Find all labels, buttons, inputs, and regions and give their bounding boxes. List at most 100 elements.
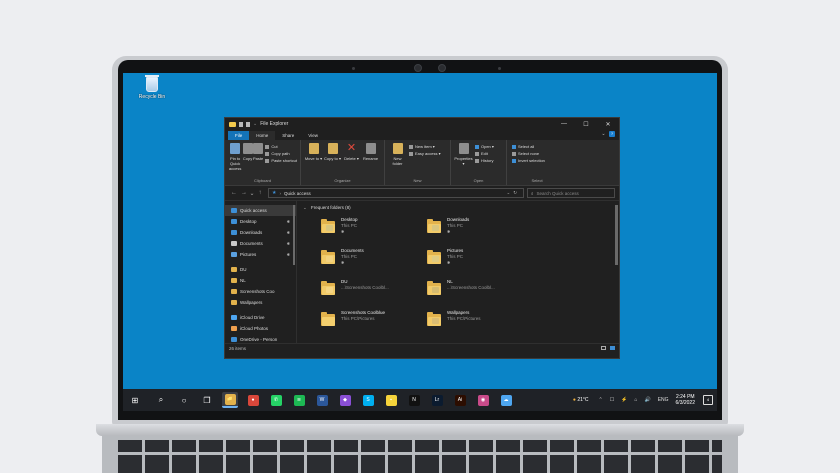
tab-file[interactable]: File bbox=[228, 131, 250, 140]
select-group-label: Select bbox=[531, 178, 543, 183]
ribbon-controls: ⌄ ? bbox=[601, 131, 615, 137]
nav-item-label: Quick access bbox=[240, 208, 267, 213]
folder-tile[interactable]: Wallpapers This PC\Pictures bbox=[427, 310, 533, 334]
copy-path-button[interactable]: Copy path bbox=[265, 151, 297, 157]
netflix-icon[interactable]: N bbox=[406, 392, 422, 408]
start-button[interactable]: ⊞ bbox=[127, 392, 143, 408]
open-button[interactable]: Open ▾ bbox=[475, 144, 494, 150]
easy-access-button[interactable]: Easy access ▾ bbox=[409, 151, 441, 157]
frequent-folders-header[interactable]: ⌄ Frequent folders (8) bbox=[303, 205, 613, 211]
tray-overflow-chevron-icon[interactable]: ⌃ bbox=[599, 397, 603, 403]
bluetooth-icon[interactable]: ⚡ bbox=[621, 397, 627, 403]
new-group-label: New bbox=[413, 178, 422, 183]
volume-icon[interactable]: 🔊 bbox=[644, 397, 650, 403]
new-folder-label: New folder bbox=[392, 156, 403, 166]
nav-item[interactable]: Screenshots Coo bbox=[225, 286, 296, 297]
nav-item[interactable]: Documents ✱ bbox=[225, 238, 296, 249]
search-box[interactable]: ⌕ Search Quick access bbox=[527, 188, 615, 198]
task-view-button[interactable]: ❐ bbox=[199, 392, 215, 408]
spotify-icon[interactable]: ≋ bbox=[291, 392, 307, 408]
sticky-notes-glyph: ▪ bbox=[385, 394, 397, 406]
weather-widget[interactable]: ● 21°C bbox=[573, 397, 589, 403]
file-explorer-icon[interactable]: 📁 bbox=[222, 392, 238, 408]
illustrator-icon[interactable]: Ai bbox=[452, 392, 468, 408]
lightroom-icon[interactable]: Lr bbox=[429, 392, 445, 408]
history-button[interactable]: History bbox=[475, 158, 494, 164]
teams-icon[interactable]: ◉ bbox=[475, 392, 491, 408]
nav-item-icon bbox=[231, 267, 237, 272]
up-button[interactable]: ↑ bbox=[255, 190, 265, 196]
forward-button[interactable]: → bbox=[239, 190, 249, 196]
icloud-icon[interactable]: ☁ bbox=[498, 392, 514, 408]
folder-tile[interactable]: Downloads This PC ✱ bbox=[427, 217, 533, 241]
edit-label: Edit bbox=[481, 151, 488, 156]
language-indicator[interactable]: ENG bbox=[658, 397, 669, 403]
help-icon[interactable]: ? bbox=[609, 131, 615, 137]
folder-tile[interactable]: Documents This PC ✱ bbox=[321, 248, 427, 272]
address-bar[interactable]: ★ › Quick access ⌄ ↻ bbox=[268, 188, 524, 198]
window-title: File Explorer bbox=[260, 121, 289, 127]
pin-icon: ✱ bbox=[286, 252, 290, 257]
paste-shortcut-button[interactable]: Paste shortcut bbox=[265, 158, 297, 164]
notification-center-button[interactable]: 4 bbox=[703, 395, 713, 405]
nav-item[interactable]: Wallpapers bbox=[225, 297, 296, 308]
nav-item[interactable]: OneDrive - Person bbox=[225, 334, 296, 343]
tiles-view-button[interactable] bbox=[610, 346, 615, 350]
nav-item[interactable]: Pictures ✱ bbox=[225, 249, 296, 260]
drops-icon[interactable]: ◆ bbox=[337, 392, 353, 408]
maximize-button[interactable]: ☐ bbox=[575, 121, 597, 128]
select-all-button[interactable]: Select all bbox=[512, 144, 545, 150]
recycle-bin-shortcut[interactable]: Recycle Bin bbox=[137, 75, 167, 100]
whatsapp-icon[interactable]: ✆ bbox=[268, 392, 284, 408]
folder-tile[interactable]: Screenshots Coolblue This PC\Pictures bbox=[321, 310, 427, 334]
folder-icon bbox=[321, 219, 335, 233]
nav-item-label: NL bbox=[240, 278, 246, 283]
select-none-button[interactable]: Select none bbox=[512, 151, 545, 157]
word-icon[interactable]: W bbox=[314, 392, 330, 408]
nav-item[interactable]: iCloud Drive bbox=[225, 312, 296, 323]
sensor-dot bbox=[498, 67, 501, 70]
folder-tile[interactable]: DU ...\Screenshots Coolbl... bbox=[321, 279, 427, 303]
details-view-button[interactable] bbox=[601, 346, 606, 350]
nav-item[interactable]: iCloud Photos bbox=[225, 323, 296, 334]
content-scrollbar[interactable] bbox=[615, 205, 618, 265]
folder-tile[interactable]: NL ...\Screenshots Coolbl... bbox=[427, 279, 533, 303]
sticky-notes-icon[interactable]: ▪ bbox=[383, 392, 399, 408]
refresh-button[interactable]: ↻ bbox=[513, 190, 517, 196]
nav-item[interactable]: Downloads ✱ bbox=[225, 227, 296, 238]
cortana-button[interactable]: ○ bbox=[176, 392, 192, 408]
cut-button[interactable]: Cut bbox=[265, 144, 297, 150]
edit-button[interactable]: Edit bbox=[475, 151, 494, 157]
tray-device-icon[interactable]: ☐ bbox=[610, 397, 614, 403]
organize-group-label: Organize bbox=[334, 178, 351, 183]
nav-scrollbar[interactable] bbox=[293, 205, 295, 265]
minimize-button[interactable]: — bbox=[553, 121, 575, 127]
network-icon[interactable]: ⌂ bbox=[634, 397, 637, 403]
nav-item-label: DU bbox=[240, 267, 247, 272]
address-dropdown[interactable]: ⌄ bbox=[506, 190, 510, 196]
nav-item[interactable]: DU bbox=[225, 264, 296, 275]
collapse-ribbon-chevron[interactable]: ⌄ bbox=[601, 131, 605, 137]
folder-tile[interactable]: Pictures This PC ✱ bbox=[427, 248, 533, 272]
new-item-button[interactable]: New item ▾ bbox=[409, 144, 441, 150]
nav-item[interactable]: Quick access bbox=[225, 205, 296, 216]
tab-view[interactable]: View bbox=[301, 131, 325, 140]
keyboard-row-gap bbox=[118, 452, 722, 455]
tab-home[interactable]: Home bbox=[249, 131, 276, 140]
sun-icon: ● bbox=[572, 397, 576, 403]
chrome-icon[interactable]: ● bbox=[245, 392, 261, 408]
close-button[interactable]: ✕ bbox=[597, 121, 619, 128]
copy-label: Copy bbox=[242, 156, 253, 161]
quick-access-toolbar-chevron[interactable]: ⌄ bbox=[253, 121, 257, 127]
clock[interactable]: 2:24 PM 6/3/2022 bbox=[676, 394, 695, 406]
folder-tile[interactable]: Desktop This PC ✱ bbox=[321, 217, 427, 241]
search-button[interactable]: ⌕ bbox=[153, 392, 169, 408]
nav-item[interactable]: NL bbox=[225, 275, 296, 286]
tab-share[interactable]: Share bbox=[275, 131, 301, 140]
new-folder-quick-icon[interactable] bbox=[246, 121, 250, 127]
nav-item[interactable]: Desktop ✱ bbox=[225, 216, 296, 227]
properties-quick-icon[interactable] bbox=[239, 121, 243, 127]
invert-selection-button[interactable]: Invert selection bbox=[512, 158, 545, 164]
skype-icon[interactable]: S bbox=[360, 392, 376, 408]
back-button[interactable]: ← bbox=[229, 190, 239, 196]
